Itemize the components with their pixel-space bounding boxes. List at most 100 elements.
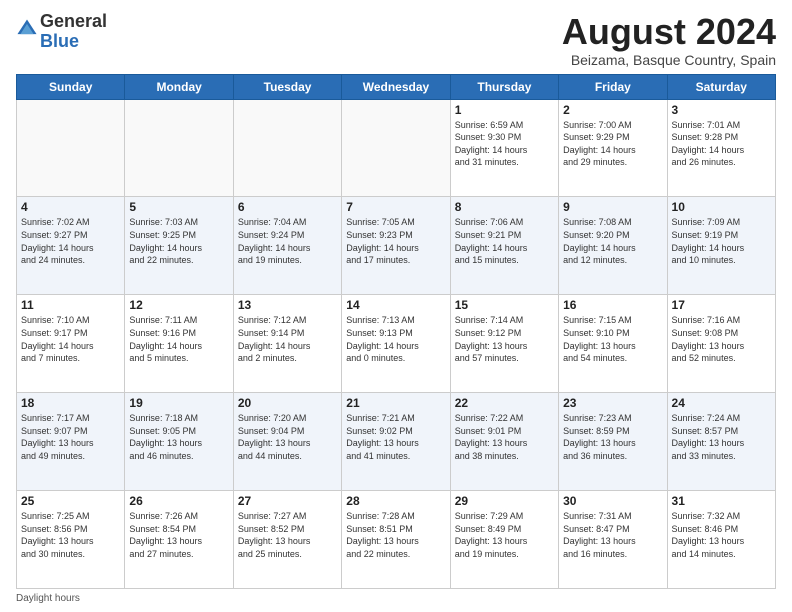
day-number: 26 xyxy=(129,494,228,508)
calendar-cell xyxy=(125,99,233,197)
day-number: 21 xyxy=(346,396,445,410)
calendar-cell: 6Sunrise: 7:04 AM Sunset: 9:24 PM Daylig… xyxy=(233,197,341,295)
header: General Blue August 2024 Beizama, Basque… xyxy=(16,12,776,68)
day-info: Sunrise: 7:00 AM Sunset: 9:29 PM Dayligh… xyxy=(563,119,662,169)
day-number: 27 xyxy=(238,494,337,508)
day-info: Sunrise: 7:13 AM Sunset: 9:13 PM Dayligh… xyxy=(346,314,445,364)
day-number: 3 xyxy=(672,103,771,117)
day-number: 11 xyxy=(21,298,120,312)
day-number: 9 xyxy=(563,200,662,214)
calendar-day-header: Sunday xyxy=(17,74,125,99)
calendar-cell: 22Sunrise: 7:22 AM Sunset: 9:01 PM Dayli… xyxy=(450,393,558,491)
calendar-cell: 27 Sunrise: 7:27 AM Sunset: 8:52 PM Dayli… xyxy=(233,491,341,589)
month-year: August 2024 xyxy=(562,12,776,52)
day-info: Sunrise: 7:17 AM Sunset: 9:07 PM Dayligh… xyxy=(21,412,120,462)
day-number: 14 xyxy=(346,298,445,312)
calendar-cell: 9 Sunrise: 7:08 AM Sunset: 9:20 PM Daylig… xyxy=(559,197,667,295)
day-number: 5 xyxy=(129,200,228,214)
calendar-week-row: 1 Sunrise: 6:59 AM Sunset: 9:30 PM Daylig… xyxy=(17,99,776,197)
day-number: 1 xyxy=(455,103,554,117)
calendar-day-header: Wednesday xyxy=(342,74,450,99)
day-info: Sunrise: 6:59 AM Sunset: 9:30 PM Dayligh… xyxy=(455,119,554,169)
day-info: Sunrise: 7:23 AM Sunset: 8:59 PM Dayligh… xyxy=(563,412,662,462)
day-number: 2 xyxy=(563,103,662,117)
day-number: 12 xyxy=(129,298,228,312)
title-block: August 2024 Beizama, Basque Country, Spa… xyxy=(562,12,776,68)
calendar-cell: 12 Sunrise: 7:11 AM Sunset: 9:16 PM Dayli… xyxy=(125,295,233,393)
day-number: 25 xyxy=(21,494,120,508)
calendar-cell: 1 Sunrise: 6:59 AM Sunset: 9:30 PM Daylig… xyxy=(450,99,558,197)
calendar-cell: 11 Sunrise: 7:10 AM Sunset: 9:17 PM Dayli… xyxy=(17,295,125,393)
calendar-cell: 5 Sunrise: 7:03 AM Sunset: 9:25 PM Daylig… xyxy=(125,197,233,295)
day-number: 10 xyxy=(672,200,771,214)
calendar-week-row: 25 Sunrise: 7:25 AM Sunset: 8:56 PM Dayli… xyxy=(17,491,776,589)
daylight-hours-label: Daylight hours xyxy=(16,593,80,604)
calendar-cell: 30 Sunrise: 7:31 AM Sunset: 8:47 PM Dayli… xyxy=(559,491,667,589)
logo-general: General xyxy=(40,12,107,32)
day-info: Sunrise: 7:26 AM Sunset: 8:54 PM Dayligh… xyxy=(129,510,228,560)
day-info: Sunrise: 7:18 AM Sunset: 9:05 PM Dayligh… xyxy=(129,412,228,462)
calendar-cell: 29 Sunrise: 7:29 AM Sunset: 8:49 PM Dayli… xyxy=(450,491,558,589)
day-number: 20 xyxy=(238,396,337,410)
day-info: Sunrise: 7:25 AM Sunset: 8:56 PM Dayligh… xyxy=(21,510,120,560)
day-number: 15 xyxy=(455,298,554,312)
calendar-cell: 4Sunrise: 7:02 AM Sunset: 9:27 PM Daylig… xyxy=(17,197,125,295)
calendar-cell: 19Sunrise: 7:18 AM Sunset: 9:05 PM Dayli… xyxy=(125,393,233,491)
footer: Daylight hours xyxy=(16,593,776,604)
day-info: Sunrise: 7:32 AM Sunset: 8:46 PM Dayligh… xyxy=(672,510,771,560)
logo-blue: Blue xyxy=(40,32,107,52)
day-info: Sunrise: 7:06 AM Sunset: 9:21 PM Dayligh… xyxy=(455,216,554,266)
calendar-table: SundayMondayTuesdayWednesdayThursdayFrid… xyxy=(16,74,776,589)
day-number: 30 xyxy=(563,494,662,508)
day-info: Sunrise: 7:29 AM Sunset: 8:49 PM Dayligh… xyxy=(455,510,554,560)
calendar-cell xyxy=(233,99,341,197)
calendar-cell: 24Sunrise: 7:24 AM Sunset: 8:57 PM Dayli… xyxy=(667,393,775,491)
day-number: 23 xyxy=(563,396,662,410)
day-info: Sunrise: 7:31 AM Sunset: 8:47 PM Dayligh… xyxy=(563,510,662,560)
calendar-day-header: Thursday xyxy=(450,74,558,99)
day-number: 18 xyxy=(21,396,120,410)
day-info: Sunrise: 7:16 AM Sunset: 9:08 PM Dayligh… xyxy=(672,314,771,364)
day-info: Sunrise: 7:10 AM Sunset: 9:17 PM Dayligh… xyxy=(21,314,120,364)
calendar-cell: 23 Sunrise: 7:23 AM Sunset: 8:59 PM Dayli… xyxy=(559,393,667,491)
calendar-cell: 28 Sunrise: 7:28 AM Sunset: 8:51 PM Dayli… xyxy=(342,491,450,589)
day-info: Sunrise: 7:15 AM Sunset: 9:10 PM Dayligh… xyxy=(563,314,662,364)
page: General Blue August 2024 Beizama, Basque… xyxy=(0,0,792,612)
calendar-cell: 31 Sunrise: 7:32 AM Sunset: 8:46 PM Dayli… xyxy=(667,491,775,589)
logo-icon xyxy=(16,18,38,40)
calendar-cell: 10Sunrise: 7:09 AM Sunset: 9:19 PM Dayli… xyxy=(667,197,775,295)
day-number: 17 xyxy=(672,298,771,312)
calendar-cell: 26 Sunrise: 7:26 AM Sunset: 8:54 PM Dayli… xyxy=(125,491,233,589)
calendar-day-header: Saturday xyxy=(667,74,775,99)
day-info: Sunrise: 7:28 AM Sunset: 8:51 PM Dayligh… xyxy=(346,510,445,560)
day-number: 8 xyxy=(455,200,554,214)
calendar-cell xyxy=(17,99,125,197)
day-number: 28 xyxy=(346,494,445,508)
day-info: Sunrise: 7:27 AM Sunset: 8:52 PM Dayligh… xyxy=(238,510,337,560)
day-number: 29 xyxy=(455,494,554,508)
calendar-cell: 3 Sunrise: 7:01 AM Sunset: 9:28 PM Daylig… xyxy=(667,99,775,197)
day-info: Sunrise: 7:21 AM Sunset: 9:02 PM Dayligh… xyxy=(346,412,445,462)
day-info: Sunrise: 7:08 AM Sunset: 9:20 PM Dayligh… xyxy=(563,216,662,266)
day-number: 31 xyxy=(672,494,771,508)
calendar-cell: 14 Sunrise: 7:13 AM Sunset: 9:13 PM Dayli… xyxy=(342,295,450,393)
calendar-week-row: 4Sunrise: 7:02 AM Sunset: 9:27 PM Daylig… xyxy=(17,197,776,295)
day-info: Sunrise: 7:24 AM Sunset: 8:57 PM Dayligh… xyxy=(672,412,771,462)
calendar-cell: 2 Sunrise: 7:00 AM Sunset: 9:29 PM Daylig… xyxy=(559,99,667,197)
day-number: 7 xyxy=(346,200,445,214)
day-info: Sunrise: 7:14 AM Sunset: 9:12 PM Dayligh… xyxy=(455,314,554,364)
calendar-cell: 16Sunrise: 7:15 AM Sunset: 9:10 PM Dayli… xyxy=(559,295,667,393)
day-info: Sunrise: 7:01 AM Sunset: 9:28 PM Dayligh… xyxy=(672,119,771,169)
day-info: Sunrise: 7:03 AM Sunset: 9:25 PM Dayligh… xyxy=(129,216,228,266)
day-number: 6 xyxy=(238,200,337,214)
calendar-cell: 15 Sunrise: 7:14 AM Sunset: 9:12 PM Dayli… xyxy=(450,295,558,393)
day-info: Sunrise: 7:11 AM Sunset: 9:16 PM Dayligh… xyxy=(129,314,228,364)
location: Beizama, Basque Country, Spain xyxy=(562,52,776,68)
logo: General Blue xyxy=(16,12,107,52)
calendar-week-row: 18 Sunrise: 7:17 AM Sunset: 9:07 PM Dayli… xyxy=(17,393,776,491)
calendar-day-header: Tuesday xyxy=(233,74,341,99)
day-info: Sunrise: 7:12 AM Sunset: 9:14 PM Dayligh… xyxy=(238,314,337,364)
day-number: 22 xyxy=(455,396,554,410)
calendar-cell: 25 Sunrise: 7:25 AM Sunset: 8:56 PM Dayli… xyxy=(17,491,125,589)
calendar-cell: 7Sunrise: 7:05 AM Sunset: 9:23 PM Daylig… xyxy=(342,197,450,295)
